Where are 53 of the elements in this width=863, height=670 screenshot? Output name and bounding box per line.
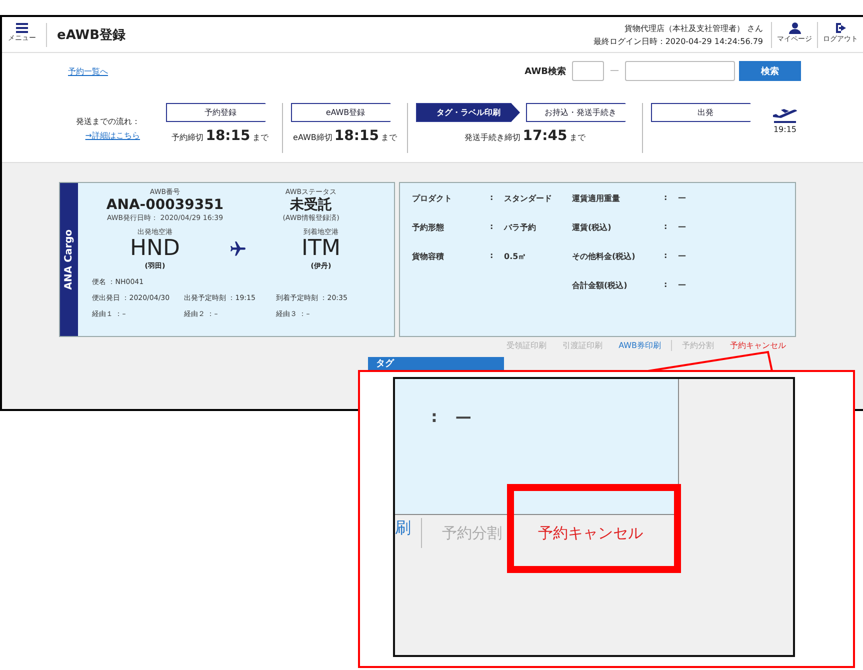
flow-step: タグ・ラベル印刷 <box>416 103 520 122</box>
separator: : <box>664 280 668 291</box>
separator: : <box>490 222 494 233</box>
separator: : <box>490 251 494 262</box>
separator: : <box>664 251 668 262</box>
deadline-text: eAWB締切 18:15 まで <box>293 128 397 144</box>
detail-value: — <box>678 280 686 291</box>
departure-time: 19:15 <box>773 125 797 134</box>
page-title: eAWB登録 <box>57 26 127 44</box>
user-name: 貨物代理店（本社及支社管理者） さん <box>624 22 763 34</box>
airport-code: ITM <box>302 237 340 261</box>
separator: : <box>490 193 494 204</box>
detail-label: 運賃適用重量 <box>572 193 621 204</box>
airport-code: HND <box>130 237 180 261</box>
download-button[interactable]: タグ <box>368 357 504 370</box>
cancel-link[interactable]: 予約キャンセル <box>538 524 643 542</box>
detail-value: — <box>678 193 686 204</box>
awb-number: ANA-00039351 <box>106 197 224 213</box>
detail-label: その他料金(税込) <box>572 251 636 262</box>
last-login: 最終ログイン日時：2020-04-29 14:24:56.79 <box>593 36 763 46</box>
reservation-list-link[interactable]: 予約一覧へ <box>68 66 108 76</box>
awb-prefix-field[interactable] <box>572 61 604 81</box>
search-label: AWB検索 <box>524 65 566 78</box>
detail-label: 予約形態 <box>412 222 445 233</box>
menu-icon <box>16 22 28 32</box>
detail-label: 運賃(税込) <box>572 222 612 233</box>
detail-value: — <box>455 407 472 428</box>
awb-number-field[interactable] <box>625 61 735 81</box>
dash: — <box>610 66 619 76</box>
deadline-text: 発送手続き締切 17:45 まで <box>464 128 586 144</box>
details-link[interactable]: →詳細はこちら <box>85 130 140 141</box>
separator: : <box>431 407 438 428</box>
action-link[interactable]: 刷 <box>395 518 422 548</box>
detail-value: — <box>678 251 686 262</box>
detail-label: 合計金額(税込) <box>572 280 628 291</box>
detail-label: 貨物容積 <box>412 251 445 262</box>
detail-value: 0.5㎥ <box>504 251 528 262</box>
deadline-text: 予約締切 18:15 まで <box>172 128 268 144</box>
awb-status: 未受託 <box>290 197 332 213</box>
flow-label: 発送までの流れ： <box>76 116 140 127</box>
detail-label: プロダクト <box>412 193 453 204</box>
action-link[interactable]: AWB券印刷 <box>618 340 661 351</box>
separator: : <box>664 222 668 233</box>
carrier-name: ANA Cargo <box>64 229 74 290</box>
user-icon <box>788 22 800 34</box>
search-button[interactable]: 検索 <box>739 61 801 81</box>
detail-value: スタンダード <box>504 193 552 204</box>
detail-value: バラ予約 <box>504 222 537 233</box>
separator: : <box>664 193 668 204</box>
logout-icon <box>834 22 846 34</box>
cancel-link[interactable]: 予約キャンセル <box>730 340 786 351</box>
detail-value: — <box>678 222 686 233</box>
airplane-icon <box>229 240 247 258</box>
